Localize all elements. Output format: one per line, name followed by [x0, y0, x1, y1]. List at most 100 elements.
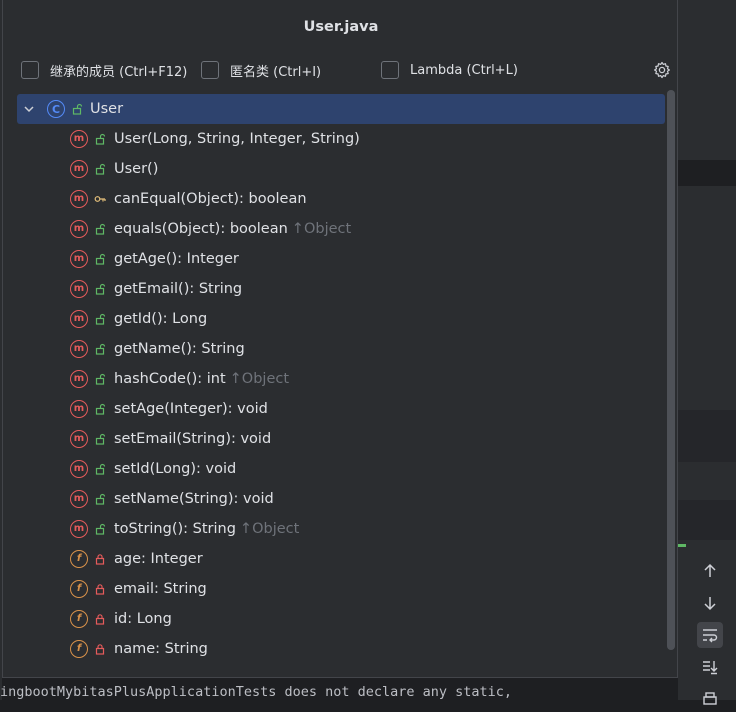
- method-icon: m: [70, 490, 88, 508]
- field-icon: f: [70, 550, 88, 568]
- tree-row-label: getName(): String: [114, 341, 245, 357]
- public-lock-icon: [95, 283, 106, 295]
- scroll-to-end-button[interactable]: [697, 654, 723, 680]
- public-lock-icon: [95, 343, 106, 355]
- scrollbar-thumb[interactable]: [667, 90, 675, 650]
- method-icon: m: [70, 250, 88, 268]
- field-icon: f: [70, 580, 88, 598]
- private-lock-icon: [95, 584, 105, 595]
- checkbox[interactable]: [381, 61, 399, 79]
- member-signature: equals(Object): boolean: [114, 221, 288, 237]
- scroll-up-button[interactable]: [697, 558, 723, 584]
- member-signature: getName(): String: [114, 341, 245, 357]
- method-icon: m: [70, 160, 88, 178]
- field-icon: f: [70, 640, 88, 658]
- print-button[interactable]: [697, 686, 723, 712]
- public-lock-icon: [95, 373, 106, 385]
- method-icon: m: [70, 220, 88, 238]
- filter-label: 匿名类 (Ctrl+I): [230, 64, 322, 80]
- member-signature: getId(): Long: [114, 311, 208, 327]
- method-icon: m: [70, 130, 88, 148]
- tree-row-method[interactable]: m getEmail(): String: [17, 274, 665, 304]
- tree-row-method[interactable]: m getName(): String: [17, 334, 665, 364]
- checkbox[interactable]: [201, 61, 219, 79]
- method-icon: m: [70, 190, 88, 208]
- public-lock-icon: [95, 223, 106, 235]
- tree-row-method[interactable]: m getAge(): Integer: [17, 244, 665, 274]
- tree-row-method[interactable]: m toString(): String ↑Object: [17, 514, 665, 544]
- tree-row-label: toString(): String ↑Object: [114, 521, 299, 537]
- tree-row-field[interactable]: f email: String: [17, 574, 665, 604]
- tree-row-field[interactable]: f age: Integer: [17, 544, 665, 574]
- tree-row-label: setId(Long): void: [114, 461, 236, 477]
- private-lock-icon: [95, 554, 105, 565]
- tree-row-label: email: String: [114, 581, 207, 597]
- tree-row-label: hashCode(): int ↑Object: [114, 371, 289, 387]
- tree-row-method[interactable]: m setEmail(String): void: [17, 424, 665, 454]
- editor-strip: [678, 410, 736, 462]
- filter-lambdas[interactable]: Lambda (Ctrl+L): [381, 58, 518, 82]
- checkbox[interactable]: [21, 61, 39, 79]
- tree-row-label: setEmail(String): void: [114, 431, 271, 447]
- tree-row-label: getAge(): Integer: [114, 251, 239, 267]
- tree-row-field[interactable]: f id: Long: [17, 604, 665, 634]
- tree-row-method[interactable]: m setAge(Integer): void: [17, 394, 665, 424]
- tree-row-field[interactable]: f name: String: [17, 634, 665, 664]
- tree-row-method[interactable]: m equals(Object): boolean ↑Object: [17, 214, 665, 244]
- field-icon: f: [70, 610, 88, 628]
- file-structure-popup: User.java 继承的成员 (Ctrl+F12) 匿名类 (Ctrl+I) …: [2, 0, 678, 678]
- tree-row-label: name: String: [114, 641, 208, 657]
- tree-row-method[interactable]: m User(): [17, 154, 665, 184]
- member-signature: name: String: [114, 641, 208, 657]
- public-lock-icon: [95, 433, 106, 445]
- tree-row-method[interactable]: m setId(Long): void: [17, 454, 665, 484]
- method-icon: m: [70, 340, 88, 358]
- method-icon: m: [70, 400, 88, 418]
- tree-row-label: canEqual(Object): boolean: [114, 191, 307, 207]
- tree-row-method[interactable]: m canEqual(Object): boolean: [17, 184, 665, 214]
- scroll-down-button[interactable]: [697, 590, 723, 616]
- tree-row-label: equals(Object): boolean ↑Object: [114, 221, 351, 237]
- settings-button[interactable]: [653, 61, 671, 79]
- chevron-down-icon[interactable]: [22, 102, 36, 116]
- method-icon: m: [70, 520, 88, 538]
- popup-title: User.java: [303, 19, 379, 35]
- gear-icon: [654, 61, 670, 79]
- editor-strip: [678, 500, 736, 540]
- filter-anonymous-classes[interactable]: 匿名类 (Ctrl+I): [201, 58, 321, 82]
- tree-row-class-user[interactable]: C User: [17, 94, 665, 124]
- member-signature: id: Long: [114, 611, 172, 627]
- public-lock-icon: [95, 523, 106, 535]
- soft-wrap-button[interactable]: [697, 622, 723, 648]
- tree-row-method[interactable]: m User(Long, String, Integer, String): [17, 124, 665, 154]
- tree-row-label: age: Integer: [114, 551, 203, 567]
- member-signature: toString(): String: [114, 521, 236, 537]
- tree-row-method[interactable]: m hashCode(): int ↑Object: [17, 364, 665, 394]
- tree-row-method[interactable]: m setName(String): void: [17, 484, 665, 514]
- filter-label: Lambda (Ctrl+L): [410, 62, 518, 78]
- public-lock-icon: [95, 403, 106, 415]
- method-icon: m: [70, 430, 88, 448]
- tree-row-label: User(Long, String, Integer, String): [114, 131, 360, 147]
- private-lock-icon: [95, 614, 105, 625]
- member-signature: User(Long, String, Integer, String): [114, 131, 360, 147]
- public-lock-icon: [72, 103, 83, 115]
- filter-inherited-members[interactable]: 继承的成员 (Ctrl+F12): [21, 58, 187, 82]
- tree-row-label: getId(): Long: [114, 311, 207, 327]
- arrow-up-icon: [704, 563, 716, 577]
- inherited-from-label: ↑Object: [239, 521, 300, 537]
- member-signature: setEmail(String): void: [114, 431, 272, 447]
- filter-bar: 继承的成员 (Ctrl+F12) 匿名类 (Ctrl+I) Lambda (Ct…: [3, 58, 679, 84]
- class-icon: C: [47, 100, 65, 118]
- tree-row-method[interactable]: m getId(): Long: [17, 304, 665, 334]
- console-output-line: ingbootMybitasPlusApplicationTests does …: [0, 684, 513, 700]
- tree-row-label: getEmail(): String: [114, 281, 242, 297]
- member-signature: email: String: [114, 581, 207, 597]
- method-icon: m: [70, 310, 88, 328]
- member-signature: getEmail(): String: [114, 281, 243, 297]
- scroll-to-end-icon: [703, 661, 718, 675]
- member-signature: setId(Long): void: [114, 461, 237, 477]
- inherited-from-label: ↑Object: [291, 221, 352, 237]
- protected-key-icon: [94, 196, 106, 202]
- method-icon: m: [70, 280, 88, 298]
